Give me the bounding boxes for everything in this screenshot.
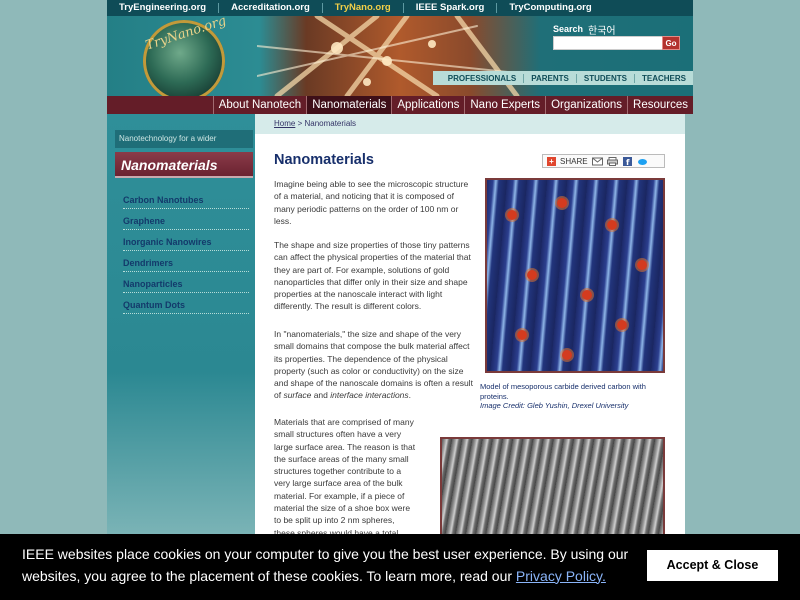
network-link-ieee-spark[interactable]: IEEE Spark.org [404, 3, 498, 13]
caption-text: Model of mesoporous carbide derived carb… [480, 382, 646, 401]
network-link-trycomputing[interactable]: TryComputing.org [497, 3, 603, 13]
sidebar-item-quantum-dots[interactable]: Quantum Dots [123, 300, 185, 310]
privacy-policy-link[interactable]: Privacy Policy. [516, 568, 606, 584]
network-nav: TryEngineering.org Accreditation.org Try… [107, 0, 693, 16]
mesoporous-carbon-image [485, 178, 665, 373]
sidebar-item: Graphene [123, 209, 249, 230]
cookie-banner: IEEE websites place cookies on your comp… [0, 534, 800, 600]
print-icon[interactable] [606, 156, 618, 166]
audience-link-teachers[interactable]: TEACHERS [633, 73, 693, 83]
sidebar-item: Quantum Dots [123, 293, 249, 314]
audience-link-professionals[interactable]: PROFESSIONALS [441, 74, 523, 83]
sidebar-item: Nanoparticles [123, 272, 249, 293]
sidebar-nav: Carbon Nanotubes Graphene Inorganic Nano… [123, 188, 249, 314]
share-label[interactable]: SHARE [560, 157, 588, 166]
email-icon[interactable] [591, 157, 603, 166]
share-toolbar[interactable]: + SHARE f [542, 154, 665, 168]
nav-applications[interactable]: Applications [391, 96, 464, 114]
page-title: Nanomaterials [274, 152, 374, 168]
audience-nav: PROFESSIONALS PARENTS STUDENTS TEACHERS [433, 71, 693, 85]
p3-text-end: . [408, 390, 412, 401]
audience-link-parents[interactable]: PARENTS [523, 73, 576, 83]
search-input[interactable] [553, 36, 663, 50]
main-nav: About Nanotech Nanomaterials Application… [107, 96, 693, 114]
site-tagline: Nanotechnology for a wider audience. [115, 130, 253, 161]
sidebar-item-dendrimers[interactable]: Dendrimers [123, 258, 173, 268]
nav-resources[interactable]: Resources [627, 96, 693, 114]
sidebar-section-title: Nanomaterials [115, 152, 253, 178]
breadcrumb-current: Nanomaterials [304, 119, 357, 128]
facebook-icon[interactable]: f [622, 156, 633, 166]
accept-close-button[interactable]: Accept & Close [647, 550, 778, 581]
nav-about-nanotech[interactable]: About Nanotech [212, 96, 306, 114]
protein-marker [507, 210, 517, 220]
language-link-korean[interactable]: 한국어 [588, 22, 616, 37]
protein-marker [607, 220, 617, 230]
twitter-icon[interactable] [637, 157, 648, 166]
protein-marker [617, 320, 627, 330]
sidebar-item: Carbon Nanotubes [123, 188, 249, 209]
sidebar-item-inorganic-nanowires[interactable]: Inorganic Nanowires [123, 237, 212, 247]
network-link-accreditation[interactable]: Accreditation.org [219, 3, 323, 13]
nanotube-array-image [440, 437, 665, 544]
sidebar-item-nanoparticles[interactable]: Nanoparticles [123, 279, 183, 289]
image-caption: Model of mesoporous carbide derived carb… [480, 382, 670, 411]
protein-marker [557, 198, 567, 208]
breadcrumb: Home > Nanomaterials [274, 119, 356, 128]
sidebar-item-carbon-nanotubes[interactable]: Carbon Nanotubes [123, 195, 204, 205]
main-content: Home > Nanomaterials Nanomaterials + SHA… [255, 114, 685, 544]
breadcrumb-home-link[interactable]: Home [274, 119, 295, 128]
share-plus-icon[interactable]: + [547, 156, 556, 166]
shape-size-paragraph: The shape and size properties of those t… [274, 240, 471, 312]
search-go-button[interactable]: Go [662, 36, 680, 50]
nanomaterials-paragraph: In "nanomaterials," the size and shape o… [274, 328, 479, 402]
sidebar: Nanotechnology for a wider audience. Nan… [107, 114, 255, 544]
nav-nano-experts[interactable]: Nano Experts [464, 96, 545, 114]
nav-organizations[interactable]: Organizations [545, 96, 627, 114]
protein-marker [517, 330, 527, 340]
search-label: Search [553, 24, 584, 34]
p3-emphasis-interface: interface interactions [330, 390, 409, 401]
p3-emphasis-surface: surface [283, 390, 312, 401]
sidebar-item: Dendrimers [123, 251, 249, 272]
site-header: TryNano.org Search 한국어 Go PROFESSIONALS … [107, 16, 693, 96]
sidebar-item-graphene[interactable]: Graphene [123, 216, 165, 226]
surface-area-paragraph: Materials that are comprised of many sma… [274, 417, 416, 544]
intro-paragraph: Imagine being able to see the microscopi… [274, 179, 469, 226]
audience-link-students[interactable]: STUDENTS [575, 73, 634, 83]
protein-marker [582, 290, 592, 300]
protein-marker [562, 350, 572, 360]
image-credit: Image Credit: Gleb Yushin, Drexel Univer… [480, 401, 629, 410]
network-link-trynano[interactable]: TryNano.org [323, 3, 404, 13]
sidebar-item: Inorganic Nanowires [123, 230, 249, 251]
p3-text-mid: and [311, 390, 331, 401]
nav-nanomaterials[interactable]: Nanomaterials [306, 96, 392, 114]
cookie-message: IEEE websites place cookies on your comp… [22, 544, 652, 587]
network-link-tryengineering[interactable]: TryEngineering.org [107, 3, 220, 13]
protein-marker [637, 260, 647, 270]
svg-text:f: f [626, 158, 630, 166]
protein-marker [527, 270, 537, 280]
